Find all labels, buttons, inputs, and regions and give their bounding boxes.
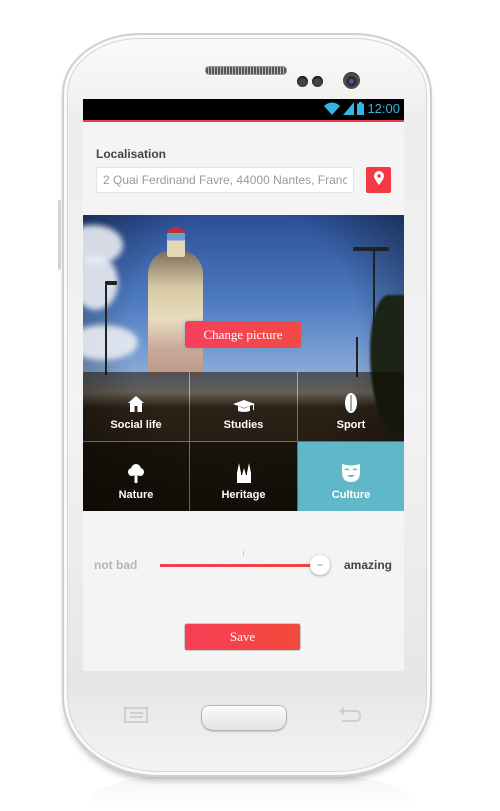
slider-thumb[interactable] [310,555,330,575]
street-lamp-head [353,247,389,251]
category-label: Studies [223,419,264,431]
location-label: Localisation [96,147,167,161]
save-button[interactable]: Save [184,623,301,651]
cloud [83,325,138,360]
street-lamp [105,285,107,375]
category-studies[interactable]: Studies [190,372,297,441]
house-icon [127,395,145,419]
change-picture-button[interactable]: Change picture [185,321,301,348]
category-grid: Social life Studies Sport Nature Heritag… [83,372,404,511]
volume-button [58,200,61,270]
cathedral-icon [236,463,251,489]
category-label: Nature [118,489,154,501]
category-label: Heritage [221,489,266,501]
category-heritage[interactable]: Heritage [190,442,297,511]
menu-icon [124,707,148,727]
tower-lantern [167,227,185,257]
rating-min-label: not bad [94,558,138,572]
earpiece-speaker [205,66,287,75]
category-label: Social life [110,419,162,431]
home-key[interactable] [201,705,287,731]
slider-midpoint-tick [243,551,244,556]
street-lamp-head [105,281,117,285]
rating-slider[interactable] [160,551,330,578]
category-nature[interactable]: Nature [83,442,189,511]
back-arrow-icon [338,707,362,726]
front-camera [343,72,360,89]
graduation-cap-icon [232,399,255,419]
map-pin-icon [373,170,384,190]
battery-icon [357,102,365,115]
tree-icon [128,463,144,489]
status-time: 12:00 [367,101,400,116]
place-photo: Change picture Social life Studies Sport… [83,215,404,511]
rugby-ball-icon [345,393,357,419]
theater-mask-icon [342,463,360,489]
status-bar: 12:00 [83,99,404,122]
back-key[interactable] [338,706,362,722]
proximity-sensor [297,76,308,87]
tower-building [148,250,203,375]
category-sport[interactable]: Sport [298,372,404,441]
rating-max-label: amazing [343,558,392,572]
light-sensor [312,76,323,87]
category-culture[interactable]: Culture [298,442,404,511]
street-lamp [356,337,358,377]
wifi-icon [324,102,341,115]
locate-button[interactable] [366,167,391,193]
app-screen: 12:00 Localisation Change picture Social… [83,99,404,671]
slider-fill [160,564,320,567]
category-social-life[interactable]: Social life [83,372,189,441]
category-label: Culture [331,489,371,501]
menu-key[interactable] [124,707,148,723]
signal-icon [343,102,355,115]
category-label: Sport [336,419,366,431]
location-input[interactable] [96,167,354,193]
